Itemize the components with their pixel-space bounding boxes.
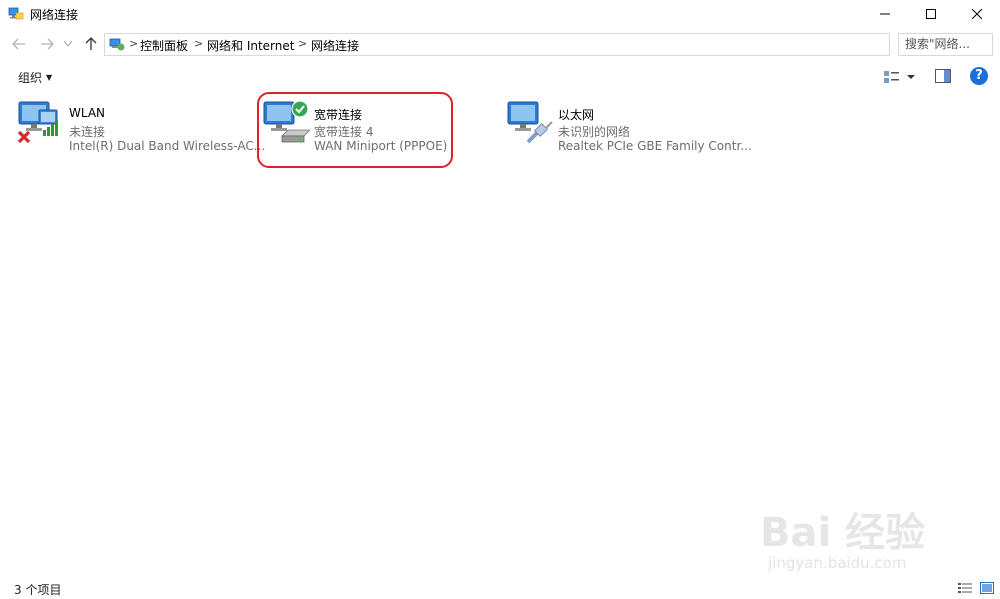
recent-locations-button[interactable] — [62, 36, 74, 52]
organize-label: 组织 — [18, 71, 43, 85]
breadcrumb-separator-icon: > — [129, 37, 139, 50]
ethernet-adapter-icon — [507, 101, 553, 144]
connection-status: 未连接 — [69, 125, 106, 139]
forward-button[interactable] — [38, 36, 56, 52]
control-panel-icon — [109, 38, 125, 51]
change-view-icon[interactable] — [882, 68, 918, 86]
help-button[interactable]: ? — [970, 67, 988, 85]
connection-device: Realtek PCIe GBE Family Contr... — [558, 139, 752, 153]
breadcrumb-network-connections[interactable]: 网络连接 — [311, 37, 359, 54]
watermark-logo: Bai 经验 — [760, 510, 926, 556]
breadcrumb-separator-icon: > — [194, 37, 204, 50]
back-button[interactable] — [10, 36, 28, 52]
connection-item-ethernet[interactable]: 以太网 未识别的网络 Realtek PCIe GBE Family Contr… — [506, 98, 752, 154]
network-connections-icon — [8, 7, 24, 20]
preview-pane-icon[interactable] — [935, 69, 951, 83]
maximize-icon — [926, 9, 936, 19]
maximize-button[interactable] — [908, 0, 954, 28]
connection-name: WLAN — [69, 106, 106, 120]
breadcrumb-network-internet[interactable]: 网络和 Internet — [207, 37, 294, 54]
connection-item-wlan[interactable]: WLAN 未连接 Intel(R) Dual Band Wireless-AC.… — [17, 98, 265, 154]
close-icon — [972, 9, 982, 19]
close-button[interactable] — [954, 0, 1000, 28]
baidu-watermark: Bai 经验 jingyan.baidu.com — [760, 492, 980, 574]
search-input[interactable] — [899, 34, 991, 53]
breadcrumb-separator-icon: > — [298, 37, 308, 50]
forward-arrow-icon — [41, 38, 54, 50]
organize-menu[interactable]: 组织 ▼ — [18, 69, 52, 86]
watermark-url: jingyan.baidu.com — [768, 554, 907, 572]
disconnected-x-icon — [17, 130, 31, 144]
breadcrumb-control-panel[interactable]: 控制面板 — [140, 37, 188, 54]
wlan-adapter-icon — [17, 101, 58, 144]
connection-name: 以太网 — [558, 108, 595, 122]
up-arrow-icon — [85, 37, 97, 50]
command-bar: 组织 ▼ — [0, 62, 1000, 90]
status-bar: 3 个项目 — [0, 578, 1000, 599]
item-count: 3 个项目 — [14, 583, 62, 597]
minimize-icon — [880, 13, 890, 15]
ethernet-cable-icon — [526, 121, 553, 144]
address-bar[interactable]: > 控制面板 > 网络和 Internet > 网络连接 — [104, 33, 990, 56]
search-field[interactable] — [898, 33, 993, 56]
highlight-annotation — [257, 92, 453, 168]
caret-down-icon: ▼ — [46, 73, 53, 82]
large-icons-view-icon[interactable] — [980, 582, 994, 594]
up-button[interactable] — [82, 36, 100, 52]
details-view-icon[interactable] — [958, 582, 972, 594]
connection-device: Intel(R) Dual Band Wireless-AC... — [69, 139, 266, 153]
window-title: 网络连接 — [30, 8, 79, 22]
chevron-down-icon — [64, 41, 72, 47]
title-bar: 网络连接 — [0, 0, 1000, 28]
connection-status: 未识别的网络 — [558, 125, 631, 139]
back-arrow-icon — [12, 38, 25, 50]
minimize-button[interactable] — [862, 0, 908, 28]
